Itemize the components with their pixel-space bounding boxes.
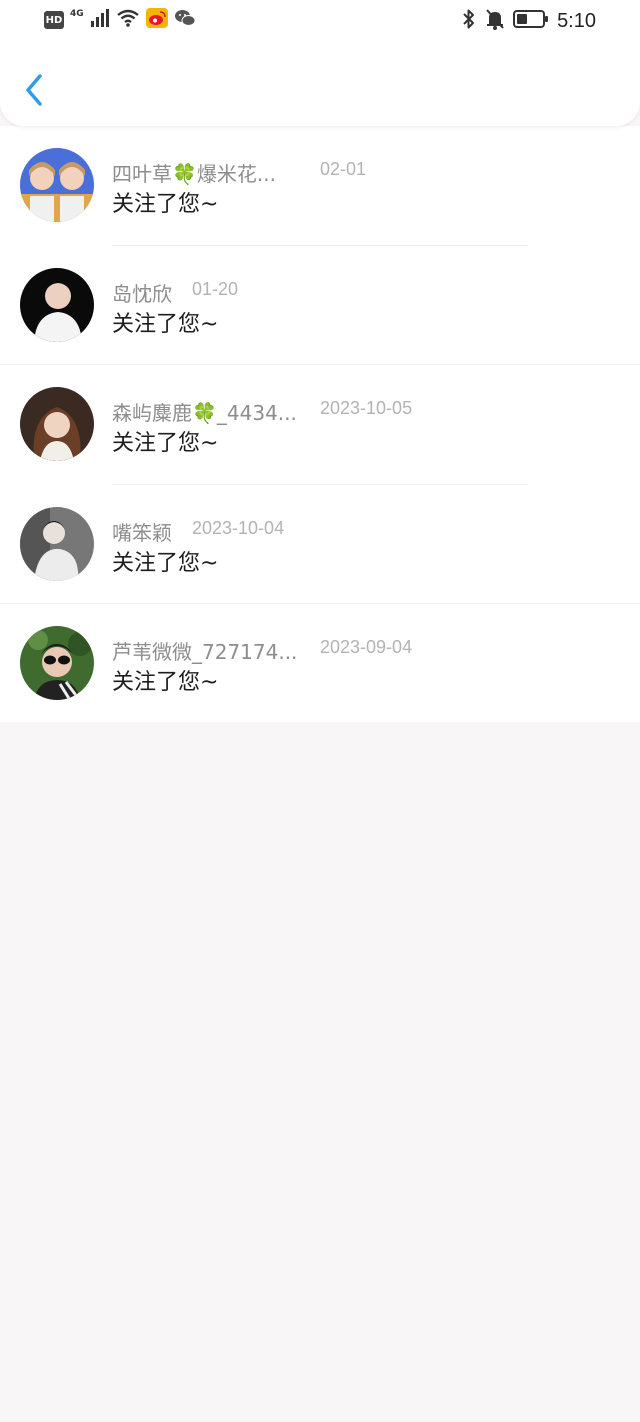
notification-row[interactable]: 岛忱欣 01-20 关注了您~ <box>0 246 640 366</box>
user-name[interactable]: 四叶草🍀爆米花... <box>112 158 276 187</box>
notification-message: 关注了您~ <box>112 192 219 217</box>
avatar[interactable] <box>20 506 94 581</box>
user-name[interactable]: 嘴笨颖 <box>112 517 172 546</box>
status-bar: HD 4G 5:10 <box>0 0 640 44</box>
battery-icon <box>513 9 549 33</box>
notification-row[interactable]: 芦苇微微_727174... 2023-09-04 关注了您~ <box>0 604 640 724</box>
back-button[interactable] <box>18 70 52 110</box>
notification-message: 关注了您~ <box>112 550 219 576</box>
weibo-icon <box>145 8 168 32</box>
avatar[interactable] <box>20 148 94 222</box>
status-time: 5:10 <box>557 9 596 32</box>
notification-list: 四叶草🍀爆米花... 02-01 关注了您~ 岛忱欣 01-20 关注了您~ 森… <box>0 126 640 722</box>
bluetooth-icon <box>461 8 477 34</box>
user-name[interactable]: 岛忱欣 <box>112 278 172 307</box>
avatar[interactable] <box>20 387 94 462</box>
wechat-icon <box>174 8 196 32</box>
avatar[interactable] <box>20 626 94 701</box>
user-name[interactable]: 森屿麋鹿🍀_4434... <box>112 397 297 426</box>
wifi-icon <box>116 9 140 31</box>
notification-row[interactable]: 森屿麋鹿🍀_4434... 2023-10-05 关注了您~ <box>0 365 640 485</box>
network-type-label: 4G <box>70 9 84 19</box>
hd-badge: HD <box>44 11 64 29</box>
notification-message: 关注了您~ <box>112 431 219 457</box>
user-name[interactable]: 芦苇微微_727174... <box>112 636 297 665</box>
status-bar-left: HD 4G <box>44 8 196 32</box>
notification-message: 关注了您~ <box>112 670 219 696</box>
notification-time: 01-20 <box>192 278 239 299</box>
status-bar-right: 5:10 <box>461 8 596 34</box>
notification-time: 2023-10-05 <box>320 398 413 419</box>
notification-time: 2023-10-04 <box>192 517 285 538</box>
header-bar <box>0 44 640 126</box>
notification-row[interactable]: 四叶草🍀爆米花... 02-01 关注了您~ <box>0 126 640 246</box>
signal-icon <box>90 9 110 31</box>
bell-muted-icon <box>485 8 505 34</box>
chevron-left-icon <box>18 74 52 114</box>
notification-time: 02-01 <box>320 159 367 179</box>
notification-row[interactable]: 嘴笨颖 2023-10-04 关注了您~ <box>0 485 640 605</box>
notification-time: 2023-09-04 <box>320 637 413 658</box>
avatar[interactable] <box>20 267 94 342</box>
notification-message: 关注了您~ <box>112 311 219 337</box>
